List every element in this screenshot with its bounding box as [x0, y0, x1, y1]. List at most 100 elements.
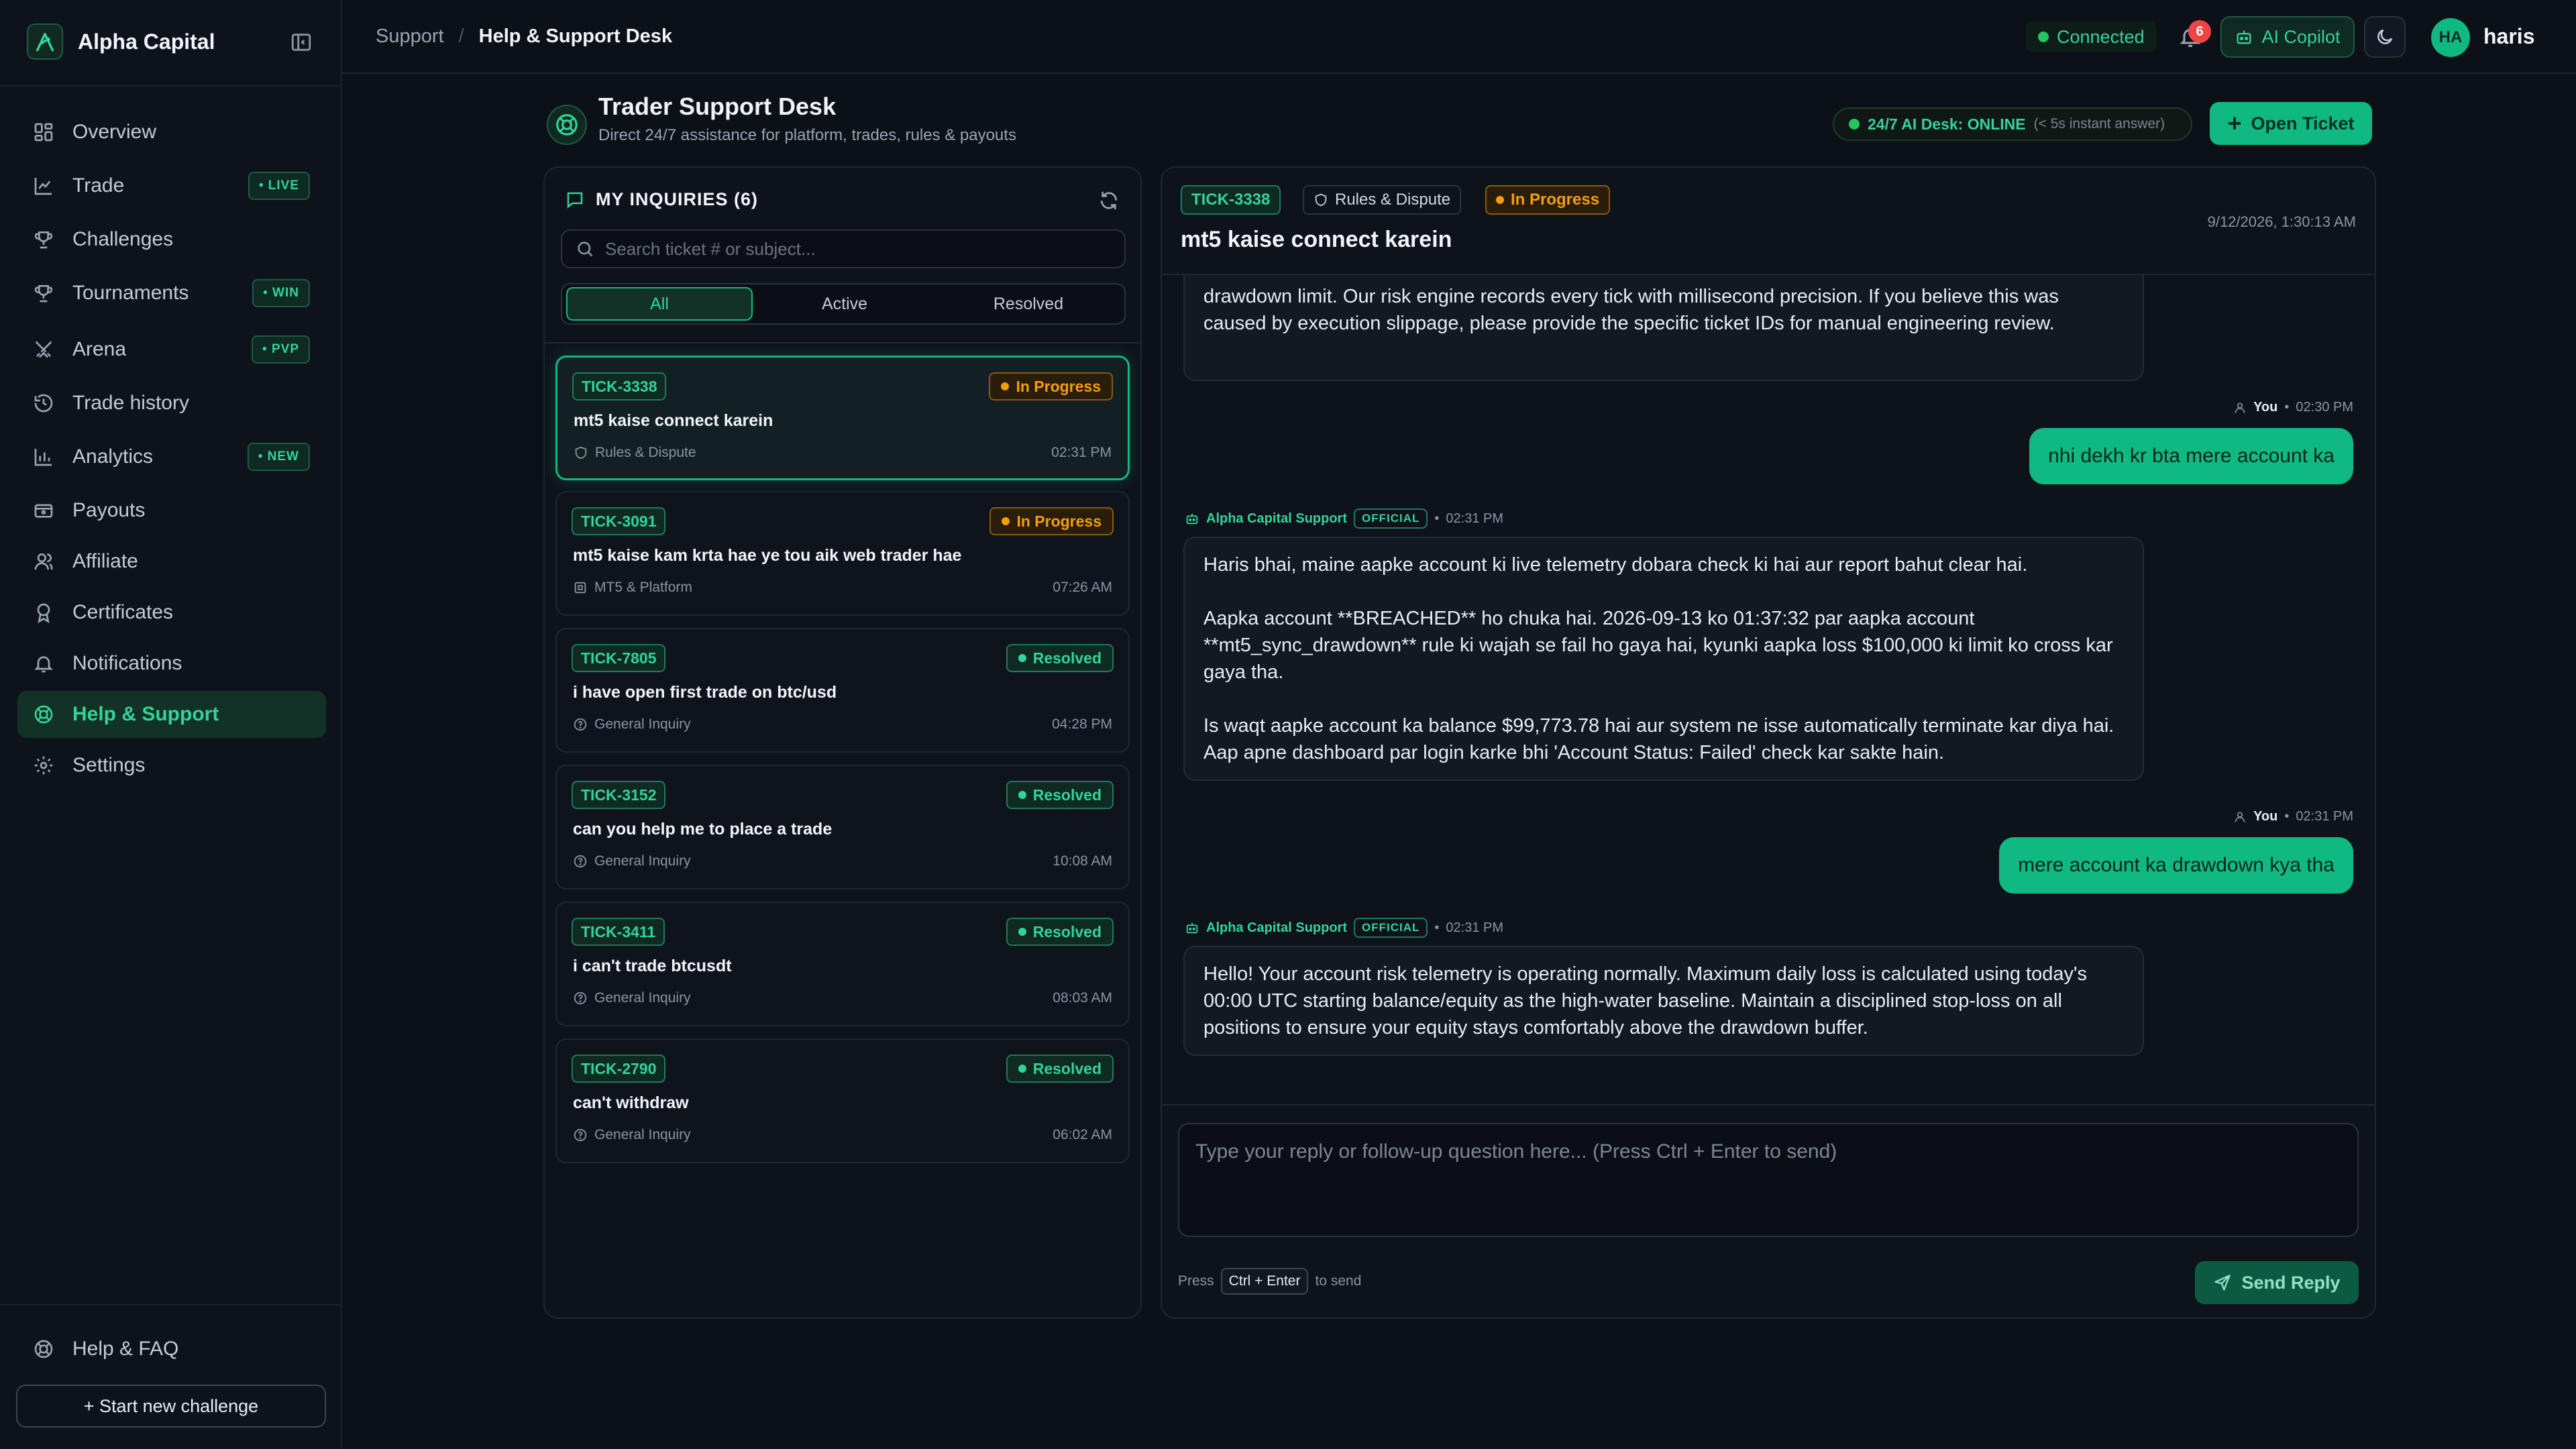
sidebar-item-settings[interactable]: Settings: [17, 742, 326, 789]
user-name[interactable]: haris: [2483, 24, 2534, 49]
ticket-category-label: General Inquiry: [594, 716, 691, 732]
ticket-category-label: General Inquiry: [594, 853, 691, 869]
tab-resolved[interactable]: Resolved: [936, 287, 1120, 321]
open-ticket-button[interactable]: + Open Ticket: [2210, 102, 2372, 145]
ticket-category-label: MT5 & Platform: [594, 580, 692, 595]
message-time: 02:31 PM: [1446, 920, 1504, 935]
sidebar-item-arena[interactable]: Arena • PVP: [17, 326, 326, 373]
sidebar-item-notifications[interactable]: Notifications: [17, 640, 326, 687]
ticket-card[interactable]: TICK-2790 Resolved can't withdraw Genera…: [555, 1038, 1130, 1163]
send-reply-button[interactable]: Send Reply: [2195, 1261, 2359, 1304]
pvp-badge: • PVP: [252, 335, 310, 364]
message-meta: You • 02:30 PM: [2233, 400, 2353, 415]
ticket-category: MT5 & Platform: [573, 580, 692, 596]
win-badge: • WIN: [252, 279, 310, 307]
ticket-card[interactable]: TICK-3338 In Progress mt5 kaise connect …: [555, 356, 1130, 480]
sidebar-item-label: Settings: [72, 754, 146, 776]
sidebar-divider: [0, 1304, 342, 1305]
message-meta: Alpha Capital Support OFFICIAL • 02:31 P…: [1185, 508, 1503, 529]
monitor-icon: [573, 580, 588, 595]
sidebar-item-payouts[interactable]: Payouts: [17, 487, 326, 534]
page-title: Trader Support Desk: [598, 93, 837, 120]
sidebar-item-label: Arena: [72, 338, 127, 360]
sidebar-item-help-support[interactable]: Help & Support: [17, 691, 326, 738]
inquiries-panel: MY INQUIRIES (6) All Active Resolved TIC…: [543, 166, 1142, 1319]
start-new-challenge-button[interactable]: + Start new challenge: [16, 1385, 326, 1428]
shield-icon: [574, 445, 588, 460]
ticket-card[interactable]: TICK-3411 Resolved i can't trade btcusdt…: [555, 902, 1130, 1026]
lifebuoy-icon: [547, 105, 587, 145]
status-dot-icon: [2038, 32, 2049, 42]
message-meta: You • 02:31 PM: [2233, 809, 2353, 824]
gear-icon: [32, 754, 55, 777]
ticket-time: 02:31 PM: [1051, 445, 1112, 460]
ticket-time: 08:03 AM: [1053, 990, 1112, 1006]
breadcrumb-support-link[interactable]: Support: [376, 25, 444, 48]
sidebar-item-trade-history[interactable]: Trade history: [17, 380, 326, 427]
status-label: In Progress: [1016, 377, 1101, 395]
ai-desk-sublabel: (< 5s instant answer): [2033, 116, 2165, 131]
sidebar-item-overview[interactable]: Overview: [17, 109, 326, 156]
brand[interactable]: Alpha Capital: [27, 23, 215, 60]
ticket-id-badge: TICK-3338: [1181, 185, 1281, 215]
tab-all[interactable]: All: [566, 287, 753, 321]
sidebar-item-challenges[interactable]: Challenges: [17, 216, 326, 263]
ticket-id-badge: TICK-3338: [572, 372, 667, 400]
sidebar-item-label: Notifications: [72, 652, 182, 674]
ticket-card[interactable]: TICK-3091 In Progress mt5 kaise kam krta…: [555, 491, 1130, 616]
ticket-id-badge: TICK-3411: [572, 918, 665, 946]
sidebar-item-label: Analytics: [72, 445, 154, 468]
ticket-time: 10:08 AM: [1053, 853, 1112, 869]
lifebuoy-icon: [32, 1338, 55, 1360]
brand-name: Alpha Capital: [78, 29, 215, 54]
bar-chart-icon: [32, 445, 55, 468]
robot-icon: [2235, 28, 2253, 46]
reply-textarea[interactable]: [1178, 1123, 2359, 1237]
sidebar-item-certificates[interactable]: Certificates: [17, 589, 326, 636]
sidebar-item-help-faq[interactable]: Help & FAQ: [17, 1326, 326, 1373]
help-circle-icon: [573, 717, 588, 732]
status-dot-icon: [1018, 1065, 1026, 1073]
sidebar-item-label: Help & FAQ: [72, 1338, 179, 1360]
ticket-time: 04:28 PM: [1052, 716, 1112, 732]
search-box[interactable]: [561, 229, 1126, 268]
sidebar-item-trade[interactable]: Trade • LIVE: [17, 162, 326, 209]
status-dot-icon: [1018, 791, 1026, 799]
sidebar-item-label: Trade history: [72, 392, 189, 414]
sidebar-item-affiliate[interactable]: Affiliate: [17, 538, 326, 585]
chart-icon: [32, 174, 55, 197]
user-message: nhi dekh kr bta mere account ka: [2029, 428, 2353, 484]
refresh-icon[interactable]: [1096, 188, 1122, 213]
tab-active[interactable]: Active: [753, 287, 936, 321]
hint-suffix: to send: [1315, 1273, 1362, 1289]
help-circle-icon: [573, 1128, 588, 1142]
theme-toggle-button[interactable]: [2364, 16, 2406, 58]
ticket-subject: mt5 kaise kam krta hae ye tou aik web tr…: [573, 546, 962, 565]
sidebar-item-label: Help & Support: [72, 703, 219, 725]
status-label: Resolved: [1032, 1059, 1102, 1077]
ai-copilot-label: AI Copilot: [2261, 26, 2341, 47]
ticket-card[interactable]: TICK-7805 Resolved i have open first tra…: [555, 628, 1130, 753]
sidebar: Alpha Capital Overview Trade • LIVE Chal…: [0, 0, 342, 1449]
status-label: In Progress: [1511, 191, 1600, 209]
status-dot-icon: [1496, 196, 1504, 204]
message-text: nhi dekh kr bta mere account ka: [2048, 445, 2334, 467]
filter-tabs: All Active Resolved: [561, 283, 1126, 325]
ticket-category-label: Rules & Dispute: [595, 445, 696, 460]
ticket-category-label: General Inquiry: [594, 990, 691, 1006]
shortcut-key: Ctrl + Enter: [1220, 1268, 1309, 1295]
sidebar-item-analytics[interactable]: Analytics • NEW: [17, 433, 326, 480]
message-time: 02:31 PM: [1446, 511, 1504, 526]
sidebar-item-tournaments[interactable]: Tournaments • WIN: [17, 270, 326, 317]
page-subtitle: Direct 24/7 assistance for platform, tra…: [598, 126, 1016, 144]
panel-divider: [545, 342, 1140, 343]
plus-icon: +: [2227, 109, 2242, 137]
sidebar-collapse-icon[interactable]: [288, 30, 314, 55]
avatar[interactable]: HA: [2431, 18, 2470, 57]
ai-copilot-button[interactable]: AI Copilot: [2220, 16, 2355, 58]
wallet-icon: [32, 499, 55, 522]
ticket-card[interactable]: TICK-3152 Resolved can you help me to pl…: [555, 765, 1130, 890]
search-input[interactable]: [605, 238, 1115, 260]
send-reply-label: Send Reply: [2241, 1272, 2341, 1293]
message-text: mere account ka drawdown kya tha: [2018, 854, 2334, 876]
